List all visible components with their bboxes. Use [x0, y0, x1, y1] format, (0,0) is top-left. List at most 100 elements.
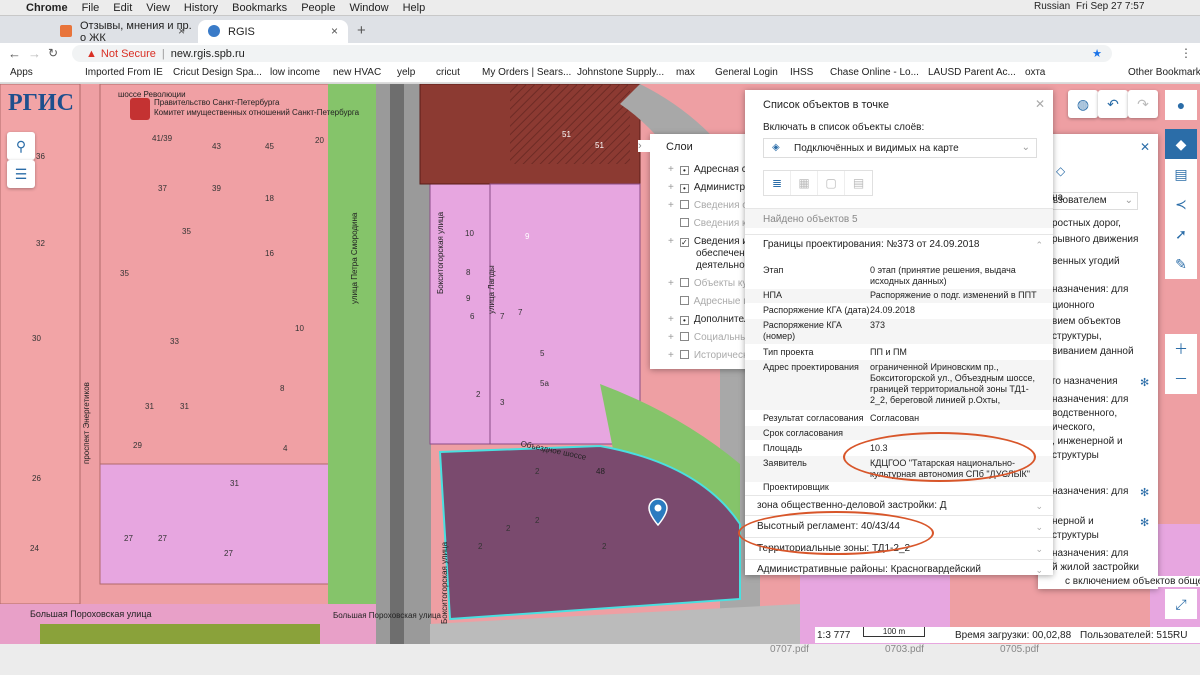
url-text[interactable]: new.rgis.spb.ru	[171, 48, 245, 60]
layers-select[interactable]: ◈ Подключённых и видимых на карте ⌄	[763, 138, 1037, 158]
layer-item[interactable]: + • Адресная с	[668, 164, 747, 175]
street-label: Большая Пороховская улица	[30, 609, 152, 619]
close-icon[interactable]: ✕	[1140, 140, 1150, 154]
row-key: Заявитель	[763, 458, 807, 468]
bookmark-item[interactable]: low income	[270, 67, 320, 78]
layer-item-cont: обеспечени	[696, 248, 751, 259]
language-switch[interactable]: RU	[1173, 630, 1187, 641]
info-text: венных угодий	[1052, 256, 1120, 267]
close-icon[interactable]: ×	[331, 24, 338, 38]
found-count: Найдено объектов 5	[745, 208, 1053, 228]
address-bar[interactable]: ▲ Not Secure | new.rgis.spb.ru ★	[72, 45, 1112, 62]
rgis-logo[interactable]: РГИС	[8, 90, 74, 117]
bookmark-item[interactable]: General Login	[715, 67, 778, 78]
fullscreen-button[interactable]: ⤢	[1165, 589, 1197, 619]
info-text: назначения: для	[1052, 548, 1129, 559]
new-tab-button[interactable]: +	[357, 22, 366, 39]
layer-item[interactable]: + ✓ Сведения и	[668, 236, 748, 247]
layer-item[interactable]: + Историческ	[668, 350, 747, 361]
redo-icon: ↷	[1137, 95, 1149, 112]
menu-file[interactable]: File	[82, 2, 100, 14]
bookmark-item[interactable]: Imported From IE	[85, 67, 163, 78]
not-secure-label[interactable]: Not Secure	[101, 48, 156, 60]
pencil-icon: ✎	[1175, 255, 1187, 272]
draw-button[interactable]: ✎	[1165, 249, 1197, 279]
bookmark-item[interactable]: new HVAC	[333, 67, 381, 78]
settings-icon[interactable]: ✻	[1140, 486, 1149, 499]
menu-app[interactable]: Chrome	[26, 2, 68, 14]
layer-item[interactable]: + Сведения о	[668, 200, 748, 211]
zoom-in-button[interactable]: ＋	[1165, 334, 1197, 364]
menu-view[interactable]: View	[146, 2, 170, 14]
share-button[interactable]: ≺	[1165, 189, 1197, 219]
menu-window[interactable]: Window	[349, 2, 388, 14]
back-icon[interactable]: ←	[8, 46, 21, 61]
info-text: виванием данной	[1052, 346, 1134, 357]
input-language[interactable]: Russian	[1034, 1, 1070, 12]
menu-icon[interactable]: ⋮	[1180, 46, 1192, 60]
location-pin-icon[interactable]	[648, 498, 668, 526]
section-zone[interactable]: зона общественно-деловой застройки: Д ⌄	[745, 495, 1053, 515]
print-button[interactable]: ▤	[1165, 159, 1197, 189]
bookmark-other[interactable]: Other Bookmarks	[1128, 67, 1200, 78]
info-text: , инженерной и	[1052, 436, 1123, 447]
forward-icon[interactable]: →	[28, 46, 41, 61]
bookmark-item[interactable]: Johnstone Supply...	[577, 67, 664, 78]
search-button[interactable]: ⚲	[7, 132, 35, 160]
bookmark-item[interactable]: Cricut Design Spa...	[173, 67, 262, 78]
list-view-icon[interactable]: ≣	[764, 171, 791, 195]
layer-item[interactable]: + • Дополнител	[668, 314, 750, 325]
bookmark-item[interactable]: max	[676, 67, 695, 78]
layers-button[interactable]: ◆	[1165, 129, 1197, 159]
close-icon[interactable]: ✕	[1035, 97, 1045, 111]
star-icon[interactable]: ★	[1092, 47, 1102, 60]
bookmark-apps[interactable]: Apps	[10, 67, 33, 78]
desktop-file[interactable]: 0707.pdf	[770, 644, 809, 655]
bookmark-item[interactable]: охта	[1025, 67, 1045, 78]
menu-bookmarks[interactable]: Bookmarks	[232, 2, 287, 14]
bookmark-item[interactable]: My Orders | Sears...	[482, 67, 571, 78]
settings-icon[interactable]: ✻	[1140, 516, 1149, 529]
map-canvas[interactable]: Большая Пороховская улица Большая Порохо…	[0, 84, 1200, 644]
row-value: Распоряжение о подг. изменений в ППТ	[870, 290, 1037, 300]
bookmark-item[interactable]: IHSS	[790, 67, 813, 78]
layer-item[interactable]: + Объекты ку	[668, 278, 747, 289]
bookmark-item[interactable]: cricut	[436, 67, 460, 78]
tab-reviews[interactable]: Отзывы, мнения и пр. о ЖК ×	[50, 20, 195, 44]
layer-item[interactable]: + • Администра	[668, 182, 751, 193]
section-district[interactable]: Административные районы: Красногвардейск…	[745, 559, 1053, 575]
bookmark-item[interactable]: yelp	[397, 67, 415, 78]
layer-item[interactable]: Сведения к	[668, 218, 746, 229]
undo-button[interactable]: ↶	[1098, 90, 1128, 118]
bookmark-item[interactable]: LAUSD Parent Ac...	[928, 67, 1016, 78]
reload-icon[interactable]: ↻	[48, 46, 58, 60]
globe-button[interactable]: ◍	[1068, 90, 1098, 118]
section-boundaries[interactable]: Границы проектирования: №373 от 24.09.20…	[745, 234, 1053, 256]
collapse-icon[interactable]: ›	[638, 140, 650, 152]
clock[interactable]: Fri Sep 27 7:57	[1076, 1, 1144, 12]
menu-button[interactable]: ☰	[7, 160, 35, 188]
pointer-button[interactable]: ➚	[1165, 219, 1197, 249]
zoom-out-button[interactable]: －	[1165, 364, 1197, 394]
table-view-icon[interactable]: ▦	[791, 171, 818, 195]
user-button[interactable]: ●	[1165, 90, 1197, 120]
settings-icon[interactable]: ✻	[1140, 376, 1149, 389]
doc-view-icon[interactable]: ▤	[845, 171, 872, 195]
info-view-icon[interactable]: ▢	[818, 171, 845, 195]
tab-rgis[interactable]: RGIS ×	[198, 20, 348, 43]
menu-people[interactable]: People	[301, 2, 335, 14]
close-icon[interactable]: ×	[178, 24, 185, 38]
layers-icon: ◈	[772, 142, 780, 153]
redo-button[interactable]: ↷	[1128, 90, 1158, 118]
menu-history[interactable]: History	[184, 2, 218, 14]
layer-item[interactable]: + Социальны	[668, 332, 747, 343]
menu-help[interactable]: Help	[403, 2, 426, 14]
bookmark-item[interactable]: Chase Online - Lo...	[830, 67, 919, 78]
layer-item[interactable]: Адресные п	[668, 296, 749, 307]
desktop-file[interactable]: 0703.pdf	[885, 644, 924, 655]
pointer-icon: ➚	[1175, 225, 1187, 242]
menu-edit[interactable]: Edit	[113, 2, 132, 14]
street-label: улица Лапды	[487, 265, 496, 314]
desktop-file[interactable]: 0705.pdf	[1000, 644, 1039, 655]
desktop: 0707.pdf 0703.pdf 0705.pdf	[0, 644, 1200, 675]
